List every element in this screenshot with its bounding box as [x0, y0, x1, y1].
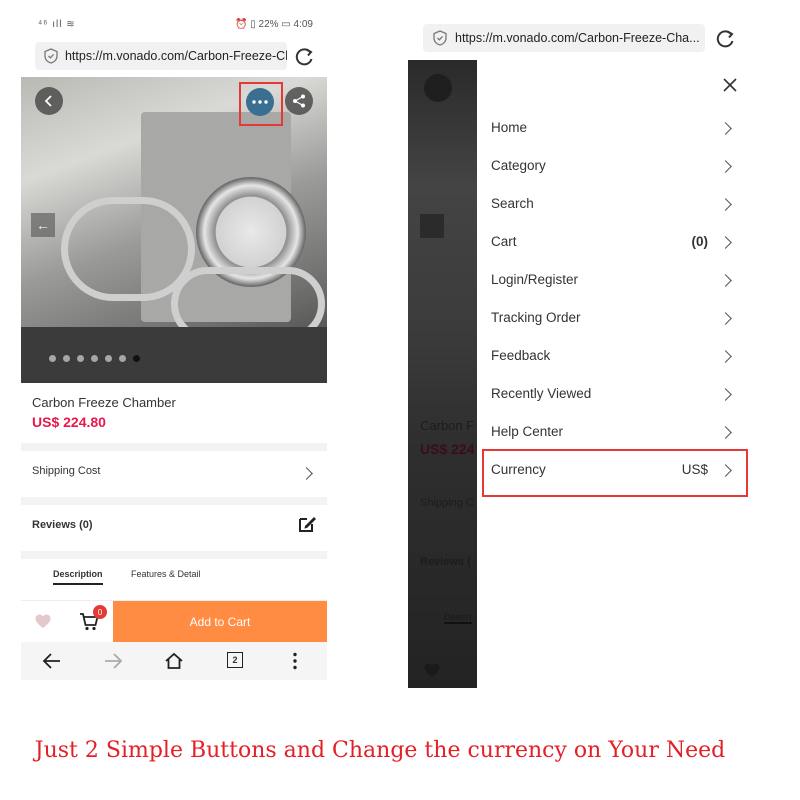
left-phone-screen: ⁴⁶ ıll ≋ ⏰ ▯ 22% ▭ 4:09 https://m.vonado…	[21, 12, 327, 680]
menu-item-search[interactable]: Search	[491, 196, 736, 216]
currency-highlight	[482, 449, 748, 497]
cart-count: (0)	[691, 234, 709, 249]
heart-icon	[424, 663, 440, 683]
back-icon[interactable]	[35, 87, 63, 115]
ghost-product-title: Carbon F	[420, 418, 475, 433]
ghost-reviews: Reviews (	[420, 556, 471, 568]
menu-item-label: Recently Viewed	[491, 386, 592, 401]
menu-item-label: Search	[491, 196, 534, 211]
arrow-left-icon	[420, 214, 444, 238]
arrow-left-icon[interactable]: ←	[31, 213, 55, 237]
ghost-product-price: US$ 224	[420, 441, 475, 457]
add-to-cart-button[interactable]: Add to Cart	[113, 601, 327, 643]
home-icon[interactable]	[164, 652, 184, 675]
shield-icon	[429, 30, 451, 46]
menu-item-category[interactable]: Category	[491, 158, 736, 178]
menu-item-help-center[interactable]: Help Center	[491, 424, 736, 444]
status-bar: ⁴⁶ ıll ≋ ⏰ ▯ 22% ▭ 4:09	[21, 12, 327, 38]
url-text: https://m.vonado.com/Carbon-Freeze-Cha..…	[64, 49, 287, 63]
right-phone-screen: Carbon F US$ 224 Shipping C Reviews ( De…	[408, 60, 748, 688]
divider	[21, 497, 327, 505]
tab-features-detail[interactable]: Features & Detail	[131, 569, 201, 579]
menu-item-recently-viewed[interactable]: Recently Viewed	[491, 386, 736, 406]
back-icon[interactable]	[42, 652, 62, 675]
divider	[21, 443, 327, 451]
detail-tabs: Description Features & Detail	[21, 562, 327, 598]
reload-icon[interactable]	[293, 46, 315, 68]
chevron-right-icon	[719, 312, 732, 325]
menu-item-label: Home	[491, 120, 528, 135]
more-button-highlight	[239, 82, 283, 126]
chevron-right-icon	[719, 350, 732, 363]
status-right: ⏰ ▯ 22% ▭ 4:09	[235, 19, 313, 30]
browser-nav-bar: 2	[21, 642, 327, 680]
back-icon	[424, 74, 452, 102]
cart-bar: 0 Add to Cart	[21, 600, 327, 643]
product-price: US$ 224.80	[32, 414, 106, 430]
shipping-cost-label: Shipping Cost	[32, 465, 101, 477]
menu-item-home[interactable]: Home	[491, 120, 736, 140]
menu-item-login-register[interactable]: Login/Register	[491, 272, 736, 292]
ghost-description: Descri	[444, 612, 472, 624]
reviews-label: Reviews (0)	[32, 519, 93, 531]
chevron-right-icon	[719, 160, 732, 173]
menu-item-label: Category	[491, 158, 546, 173]
menu-item-label: Cart	[491, 234, 517, 249]
menu-item-label: Help Center	[491, 424, 564, 439]
heart-icon[interactable]	[35, 614, 51, 634]
chevron-right-icon	[300, 467, 313, 480]
side-menu: Home Category Search Cart (0) Login/Regi…	[477, 60, 748, 688]
edit-icon[interactable]	[297, 514, 317, 537]
reviews-row[interactable]: Reviews (0)	[21, 505, 327, 551]
reload-icon[interactable]	[714, 28, 736, 50]
tabs-icon[interactable]: 2	[227, 652, 243, 668]
product-title: Carbon Freeze Chamber	[32, 395, 176, 410]
cart-count-badge: 0	[93, 605, 107, 619]
menu-item-feedback[interactable]: Feedback	[491, 348, 736, 368]
chevron-right-icon	[719, 198, 732, 211]
divider	[21, 551, 327, 559]
chevron-right-icon	[719, 426, 732, 439]
share-icon[interactable]	[285, 87, 313, 115]
close-icon[interactable]	[723, 78, 737, 97]
address-bar[interactable]: https://m.vonado.com/Carbon-Freeze-Cha..…	[423, 24, 705, 52]
menu-item-label: Login/Register	[491, 272, 579, 287]
chevron-right-icon	[719, 236, 732, 249]
image-pagination[interactable]	[49, 355, 140, 362]
menu-item-tracking-order[interactable]: Tracking Order	[491, 310, 736, 330]
shipping-cost-row[interactable]: Shipping Cost	[21, 451, 327, 497]
menu-item-label: Tracking Order	[491, 310, 581, 325]
chevron-right-icon	[719, 122, 732, 135]
chevron-right-icon	[719, 388, 732, 401]
dimmed-page-overlay[interactable]: Carbon F US$ 224 Shipping C Reviews ( De…	[408, 60, 477, 688]
menu-dots-icon[interactable]	[293, 652, 297, 675]
address-bar[interactable]: https://m.vonado.com/Carbon-Freeze-Cha..…	[35, 42, 287, 70]
url-text: https://m.vonado.com/Carbon-Freeze-Cha..…	[455, 31, 700, 45]
menu-item-cart[interactable]: Cart (0)	[491, 234, 736, 254]
forward-icon[interactable]	[103, 652, 123, 675]
shield-icon	[41, 48, 61, 64]
ghost-shipping: Shipping C	[420, 497, 474, 509]
status-left: ⁴⁶ ıll ≋	[38, 19, 76, 30]
tab-description[interactable]: Description	[53, 569, 103, 585]
menu-item-label: Feedback	[491, 348, 551, 363]
chevron-right-icon	[719, 274, 732, 287]
caption: Just 2 Simple Buttons and Change the cur…	[34, 738, 726, 763]
